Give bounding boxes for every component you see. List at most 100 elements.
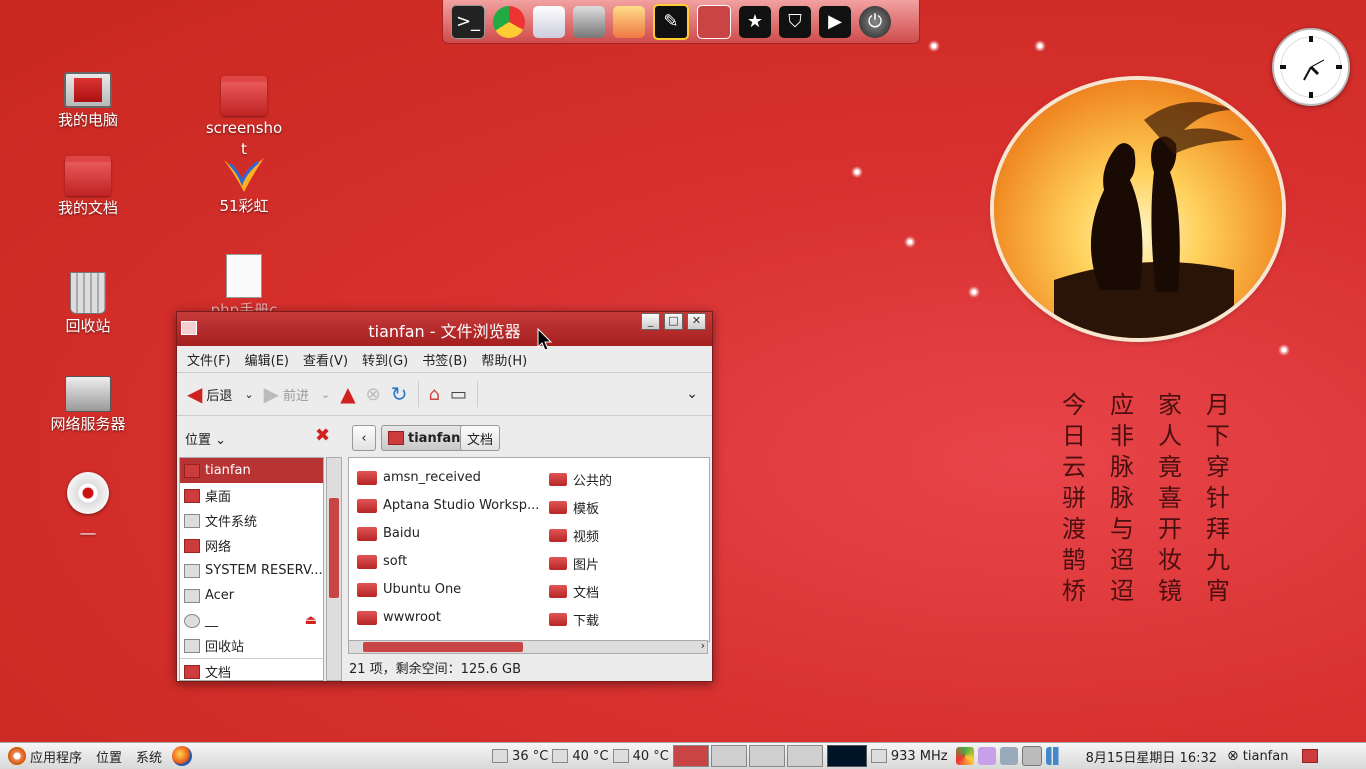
list-item[interactable]: soft <box>357 554 407 569</box>
notes-icon[interactable]: ✎ <box>653 3 689 40</box>
applications-menu[interactable]: 应用程序 <box>8 747 82 766</box>
temp-sensor-1[interactable]: 36 °C <box>492 749 548 764</box>
firefox-launcher[interactable] <box>172 746 193 766</box>
window-icon[interactable] <box>697 4 731 39</box>
show-desktop-button[interactable] <box>1302 749 1319 763</box>
sidebar-item-trash[interactable]: 回收站 <box>180 633 323 658</box>
chevron-down-icon[interactable]: ⌄ <box>321 388 330 401</box>
back-button[interactable]: ◀ 后退 ⌄ <box>187 382 254 406</box>
workspace-4[interactable] <box>786 745 823 767</box>
system-menu[interactable]: 系统 <box>136 747 162 766</box>
computer-icon[interactable]: ▭ <box>450 384 467 405</box>
forward-button[interactable]: ▶ 前进 ⌄ <box>264 382 331 406</box>
user-switcher[interactable]: ⊗ tianfan <box>1227 748 1288 764</box>
sidebar-item-home[interactable]: tianfan <box>180 458 323 483</box>
reload-icon[interactable]: ↻ <box>391 382 408 406</box>
sidebar-item-acer[interactable]: Acer <box>180 583 323 608</box>
desktop-icon-trash[interactable]: 回收站 <box>43 266 133 337</box>
desktop-icon-my-computer[interactable]: 我的电脑 <box>43 66 133 131</box>
sidebar-item-desktop[interactable]: 桌面 <box>180 483 323 508</box>
up-arrow-icon[interactable]: ▲ <box>340 382 355 406</box>
tray-app-icon[interactable] <box>955 747 974 765</box>
toolbar-overflow-chevron-icon[interactable]: ⌄ <box>686 386 698 402</box>
mail-icon[interactable] <box>533 5 565 38</box>
list-item[interactable]: 公共的 <box>549 470 612 489</box>
list-item[interactable]: 图片 <box>549 554 599 573</box>
list-item[interactable]: amsn_received <box>357 470 481 485</box>
desktop-icon-screenshot[interactable]: screenshot <box>199 66 289 160</box>
scrollbar-thumb[interactable] <box>329 498 339 598</box>
list-item[interactable]: wwwroot <box>357 610 441 625</box>
breadcrumb-documents[interactable]: 文档 <box>460 425 501 451</box>
desktop-icon-51caihong[interactable]: 51彩虹 <box>199 150 289 217</box>
chevron-down-icon[interactable]: ⌄ <box>244 388 253 401</box>
network-icon[interactable] <box>999 747 1018 765</box>
clock-applet[interactable]: 8月15日星期日 16:32 <box>1086 747 1217 766</box>
star-icon[interactable]: ★ <box>739 5 771 38</box>
sidebar-item-cd[interactable]: __ ⏏ <box>180 608 323 633</box>
list-item[interactable]: 视频 <box>549 526 599 545</box>
desktop-icon-network-server[interactable]: 网络服务器 <box>43 366 133 435</box>
paint-icon[interactable] <box>613 5 645 38</box>
home-icon[interactable]: ⌂ <box>429 384 440 405</box>
analog-clock-widget[interactable] <box>1272 28 1350 106</box>
terminal-icon[interactable]: >_ <box>451 4 485 39</box>
menu-go[interactable]: 转到(G) <box>362 350 408 369</box>
close-sidebar-icon[interactable]: ✖ <box>315 425 330 446</box>
menu-bookmarks[interactable]: 书签(B) <box>422 350 467 369</box>
system-monitor[interactable] <box>826 745 867 767</box>
list-item[interactable]: 模板 <box>549 498 599 517</box>
menu-help[interactable]: 帮助(H) <box>481 350 527 369</box>
workspace-switcher[interactable] <box>672 745 823 767</box>
sidebar-item-filesystem[interactable]: 文件系统 <box>180 508 323 533</box>
firefox-icon <box>172 746 193 766</box>
eject-icon[interactable]: ⏏ <box>305 613 317 628</box>
temp-sensor-3[interactable]: 40 °C <box>612 749 669 764</box>
list-item[interactable]: Aptana Studio Worksp... <box>357 498 539 513</box>
places-dropdown[interactable]: 位置 ⌄ <box>185 429 226 448</box>
cpu-frequency[interactable]: 933 MHz <box>870 749 948 764</box>
hdd-icon <box>492 749 509 763</box>
media-player-icon[interactable]: ▶ <box>819 5 851 38</box>
menu-view[interactable]: 查看(V) <box>303 350 348 369</box>
stop-icon[interactable]: ⊗ <box>366 384 381 405</box>
location-bar: 位置 ⌄ ✖ ‹ tianfan 文档 <box>177 417 712 457</box>
shield-icon[interactable]: ⛉ <box>779 5 811 38</box>
menu-file[interactable]: 文件(F) <box>187 350 231 369</box>
tray-app-icon[interactable] <box>977 747 996 765</box>
desktop-icon-cd[interactable]: __ <box>43 468 133 537</box>
sidebar-item-network[interactable]: 网络 <box>180 533 323 558</box>
sparkle <box>1278 344 1290 356</box>
window-list-icon[interactable] <box>1021 746 1042 766</box>
file-list-hscrollbar[interactable]: › <box>348 639 708 654</box>
minimize-button[interactable]: _ <box>641 313 660 330</box>
menu-edit[interactable]: 编辑(E) <box>245 350 289 369</box>
places-menu[interactable]: 位置 <box>96 747 122 766</box>
breadcrumb-back-button[interactable]: ‹ <box>352 425 376 451</box>
list-item[interactable]: Ubuntu One <box>357 582 461 597</box>
camera-icon[interactable] <box>573 5 605 38</box>
temp-sensor-2[interactable]: 40 °C <box>552 749 609 764</box>
list-item[interactable]: Baidu <box>357 526 420 541</box>
window-titlebar[interactable]: tianfan - 文件浏览器 _ □ ✕ <box>177 312 712 346</box>
sidebar-scrollbar[interactable] <box>326 457 342 681</box>
workspace-3[interactable] <box>748 745 785 767</box>
scrollbar-thumb[interactable] <box>363 642 523 652</box>
list-item[interactable]: 下载 <box>549 610 599 629</box>
sidebar-item-system-reserved[interactable]: SYSTEM RESERV... <box>180 558 323 583</box>
volume-bars-icon[interactable] <box>1045 747 1064 765</box>
sidebar-item-documents[interactable]: 文档 <box>180 658 323 680</box>
sparkle <box>904 236 916 248</box>
breadcrumb-label: 文档 <box>467 432 494 448</box>
workspace-1[interactable] <box>672 745 709 767</box>
power-icon[interactable]: ⏻ <box>859 5 891 38</box>
close-button[interactable]: ✕ <box>687 313 706 330</box>
workspace-2[interactable] <box>710 745 747 767</box>
breadcrumb-tianfan[interactable]: tianfan <box>381 425 468 451</box>
chrome-icon[interactable] <box>493 5 525 38</box>
list-item[interactable]: 文档 <box>549 582 599 601</box>
maximize-button[interactable]: □ <box>664 313 683 330</box>
desktop-icon-my-documents[interactable]: 我的文档 <box>43 146 133 219</box>
chevron-right-icon[interactable]: › <box>701 639 705 652</box>
sparkle <box>1034 40 1046 52</box>
